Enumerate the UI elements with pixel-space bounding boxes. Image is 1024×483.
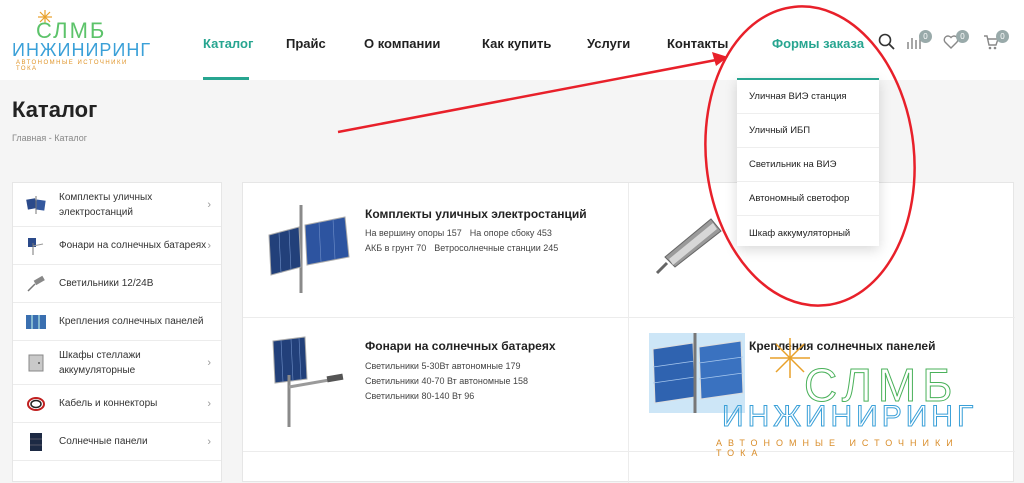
chevron-right-icon: › <box>207 356 211 369</box>
sidebar-item-solar-lamps[interactable]: Фонари на солнечных батареях › <box>13 227 221 265</box>
compare-icon[interactable]: 0 <box>906 30 932 56</box>
nav-item-how-to-buy[interactable]: Как купить <box>482 36 551 51</box>
grid-divider <box>243 451 1015 452</box>
solar-lamp-image <box>272 336 344 427</box>
cabinet-thumb <box>28 354 44 371</box>
sidebar-item-label: Фонари на солнечных батареях <box>59 240 207 251</box>
subcategory-link[interactable]: АКБ в грунт 70 <box>365 243 426 253</box>
sidebar-item-battery-cabinets[interactable]: Шкафы стеллажи аккумуляторные › <box>13 341 221 385</box>
dropdown-item-street-ups[interactable]: Уличный ИБП <box>737 114 879 148</box>
logo-line3: АВТОНОМНЫЕ ИСТОЧНИКИ ТОКА <box>16 60 128 72</box>
chevron-right-icon: › <box>207 435 211 448</box>
sidebar-item-lights-12-24[interactable]: Светильники 12/24В <box>13 265 221 303</box>
solar-lamp-thumb <box>28 237 44 255</box>
sidebar-item-cables[interactable]: Кабель и коннекторы › <box>13 385 221 423</box>
category-links-row: АКБ в грунт 70 Ветросолнечные станции 245 <box>365 243 566 253</box>
subcategory-link[interactable]: На вершину опоры 157 <box>365 228 462 238</box>
subcategory-link[interactable]: Ветросолнечные станции 245 <box>434 243 558 253</box>
sidebar-item-label: Крепления солнечных панелей <box>59 316 204 327</box>
sidebar-item-label: Светильники 12/24В <box>59 278 154 289</box>
subcategory-link[interactable]: Светильники 5-30Вт автономные 179 <box>365 361 521 371</box>
sidebar-item-label: Кабель и коннекторы <box>59 398 158 409</box>
search-icon[interactable] <box>878 33 900 55</box>
panel-mount-image <box>649 333 745 413</box>
cart-count-badge: 0 <box>996 30 1009 43</box>
sidebar-item-label: Солнечные панели <box>59 436 148 447</box>
grid-divider <box>628 183 629 483</box>
nav-item-services[interactable]: Услуги <box>587 36 630 51</box>
nav-item-order-forms[interactable]: Формы заказа <box>772 36 864 51</box>
solar-panel-thumb <box>30 432 42 451</box>
dropdown-item-battery-cabinet[interactable]: Шкаф аккумуляторный <box>737 216 879 250</box>
catalog-grid: Комплекты уличных электростанций На верш… <box>242 182 1015 483</box>
favorites-icon[interactable]: 0 <box>943 30 969 56</box>
sidebar-item-solar-panels[interactable]: Солнечные панели › <box>13 423 221 461</box>
nav-item-contacts[interactable]: Контакты <box>667 36 728 51</box>
street-light-thumb <box>27 275 45 292</box>
category-links-row: Светильники 40-70 Вт автономные 158 <box>365 376 536 386</box>
cart-icon[interactable]: 0 <box>983 30 1009 56</box>
dropdown-item-autonomous-traffic-light[interactable]: Автономный светофор <box>737 182 879 216</box>
cable-thumb <box>27 396 45 411</box>
category-links-row: На вершину опоры 157 На опоре сбоку 453 <box>365 228 560 238</box>
catalog-sidebar: Комплекты уличных электростанций › Фонар… <box>12 182 222 482</box>
nav-active-underline <box>203 77 249 80</box>
category-links-row: Светильники 5-30Вт автономные 179 <box>365 361 529 371</box>
category-title-panel-mounts[interactable]: Крепления солнечных панелей <box>749 339 935 353</box>
nav-item-about[interactable]: О компании <box>364 36 440 51</box>
street-station-image <box>268 205 350 293</box>
panel-mount-thumb <box>26 314 46 329</box>
chevron-right-icon: › <box>207 239 211 252</box>
nav-item-catalog[interactable]: Каталог <box>203 36 253 51</box>
site-header: СЛМБ ИНЖИНИРИНГ АВТОНОМНЫЕ ИСТОЧНИКИ ТОК… <box>0 0 1024 80</box>
chevron-right-icon: › <box>207 397 211 410</box>
category-links-row: Светильники 80-140 Вт 96 <box>365 391 482 401</box>
grid-divider <box>243 317 1015 318</box>
subcategory-link[interactable]: На опоре сбоку 453 <box>470 228 552 238</box>
site-logo[interactable]: СЛМБ ИНЖИНИРИНГ АВТОНОМНЫЕ ИСТОЧНИКИ ТОК… <box>12 10 152 72</box>
nav-item-price[interactable]: Прайс <box>286 36 326 51</box>
logo-line2: ИНЖИНИРИНГ <box>12 40 152 60</box>
category-title-solar-lamps[interactable]: Фонари на солнечных батареях <box>365 339 556 353</box>
dropdown-item-street-station[interactable]: Уличная ВИЭ станция <box>737 80 879 114</box>
breadcrumb-home[interactable]: Главная <box>12 133 46 143</box>
order-forms-dropdown: Уличная ВИЭ станция Уличный ИБП Светильн… <box>737 78 879 246</box>
sidebar-item-label: Шкафы стеллажи аккумуляторные <box>59 349 141 376</box>
favorites-count-badge: 0 <box>956 30 969 43</box>
breadcrumb: Главная - Каталог <box>12 133 87 143</box>
breadcrumb-current: Каталог <box>54 133 87 143</box>
street-light-image <box>655 218 722 275</box>
subcategory-link[interactable]: Светильники 80-140 Вт 96 <box>365 391 474 401</box>
page-title: Каталог <box>12 97 98 122</box>
category-title-street-stations[interactable]: Комплекты уличных электростанций <box>365 207 587 221</box>
subcategory-link[interactable]: Светильники 40-70 Вт автономные 158 <box>365 376 528 386</box>
sidebar-item-label: Комплекты уличных электростанций <box>59 191 153 218</box>
sidebar-item-street-stations[interactable]: Комплекты уличных электростанций › <box>13 183 221 227</box>
compare-count-badge: 0 <box>919 30 932 43</box>
chevron-right-icon: › <box>207 198 211 211</box>
sidebar-item-panel-mounts[interactable]: Крепления солнечных панелей <box>13 303 221 341</box>
solar-station-thumb <box>26 195 46 214</box>
dropdown-item-res-light[interactable]: Светильник на ВИЭ <box>737 148 879 182</box>
